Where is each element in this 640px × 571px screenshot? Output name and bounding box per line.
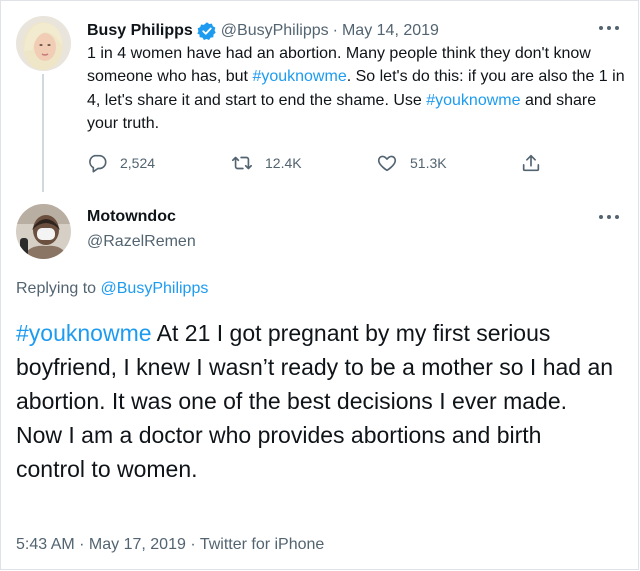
verified-badge-icon: [197, 22, 216, 40]
meta-separator: ·: [332, 22, 338, 39]
avatar-motowndoc[interactable]: [16, 204, 71, 259]
hashtag-link[interactable]: #youknowme: [252, 68, 346, 85]
replying-prefix: Replying to: [16, 280, 101, 297]
parent-date[interactable]: May 14, 2019: [342, 22, 439, 40]
reply-icon: [89, 154, 107, 173]
hashtag-link[interactable]: #youknowme: [16, 320, 152, 346]
reply-display-name[interactable]: Motowndoc: [87, 208, 176, 226]
like-count: 51.3K: [410, 155, 447, 171]
share-button[interactable]: [520, 150, 554, 176]
hashtag-link[interactable]: #youknowme: [426, 92, 520, 109]
replying-to: Replying to @BusyPhilipps: [16, 280, 208, 298]
thread-line: [42, 74, 44, 192]
share-icon: [522, 154, 540, 172]
reply-handle[interactable]: @RazelRemen: [87, 233, 196, 251]
tweet-time[interactable]: 5:43 AM: [16, 536, 75, 553]
meta-separator: ·: [74, 536, 89, 553]
like-button[interactable]: 51.3K: [376, 150, 447, 176]
retweet-icon: [232, 156, 252, 170]
more-icon[interactable]: [599, 25, 619, 31]
avatar-busy-philipps[interactable]: [16, 16, 71, 71]
reply-tweet-text: #youknowme At 21 I got pregnant by my fi…: [16, 316, 616, 486]
meta-separator: ·: [185, 536, 200, 553]
like-icon: [377, 155, 397, 172]
replying-to-handle-link[interactable]: @BusyPhilipps: [101, 280, 209, 297]
tweet-date[interactable]: May 17, 2019: [89, 536, 186, 553]
tweet-actions: 2,524 12.4K 51.3K: [86, 150, 556, 176]
tweet-source[interactable]: Twitter for iPhone: [200, 536, 325, 553]
reply-count: 2,524: [120, 155, 156, 171]
tweet-timestamp: 5:43 AM · May 17, 2019 · Twitter for iPh…: [16, 536, 324, 554]
reply-button[interactable]: 2,524: [86, 150, 155, 176]
parent-tweet-text: 1 in 4 women have had an abortion. Many …: [87, 42, 627, 136]
parent-display-name[interactable]: Busy Philipps: [87, 22, 193, 40]
parent-handle[interactable]: @BusyPhilipps: [221, 22, 329, 40]
retweet-count: 12.4K: [265, 155, 302, 171]
more-icon[interactable]: [599, 214, 619, 220]
retweet-button[interactable]: 12.4K: [231, 150, 302, 176]
parent-tweet-header: Busy Philipps @BusyPhilipps · May 14, 20…: [87, 19, 439, 43]
